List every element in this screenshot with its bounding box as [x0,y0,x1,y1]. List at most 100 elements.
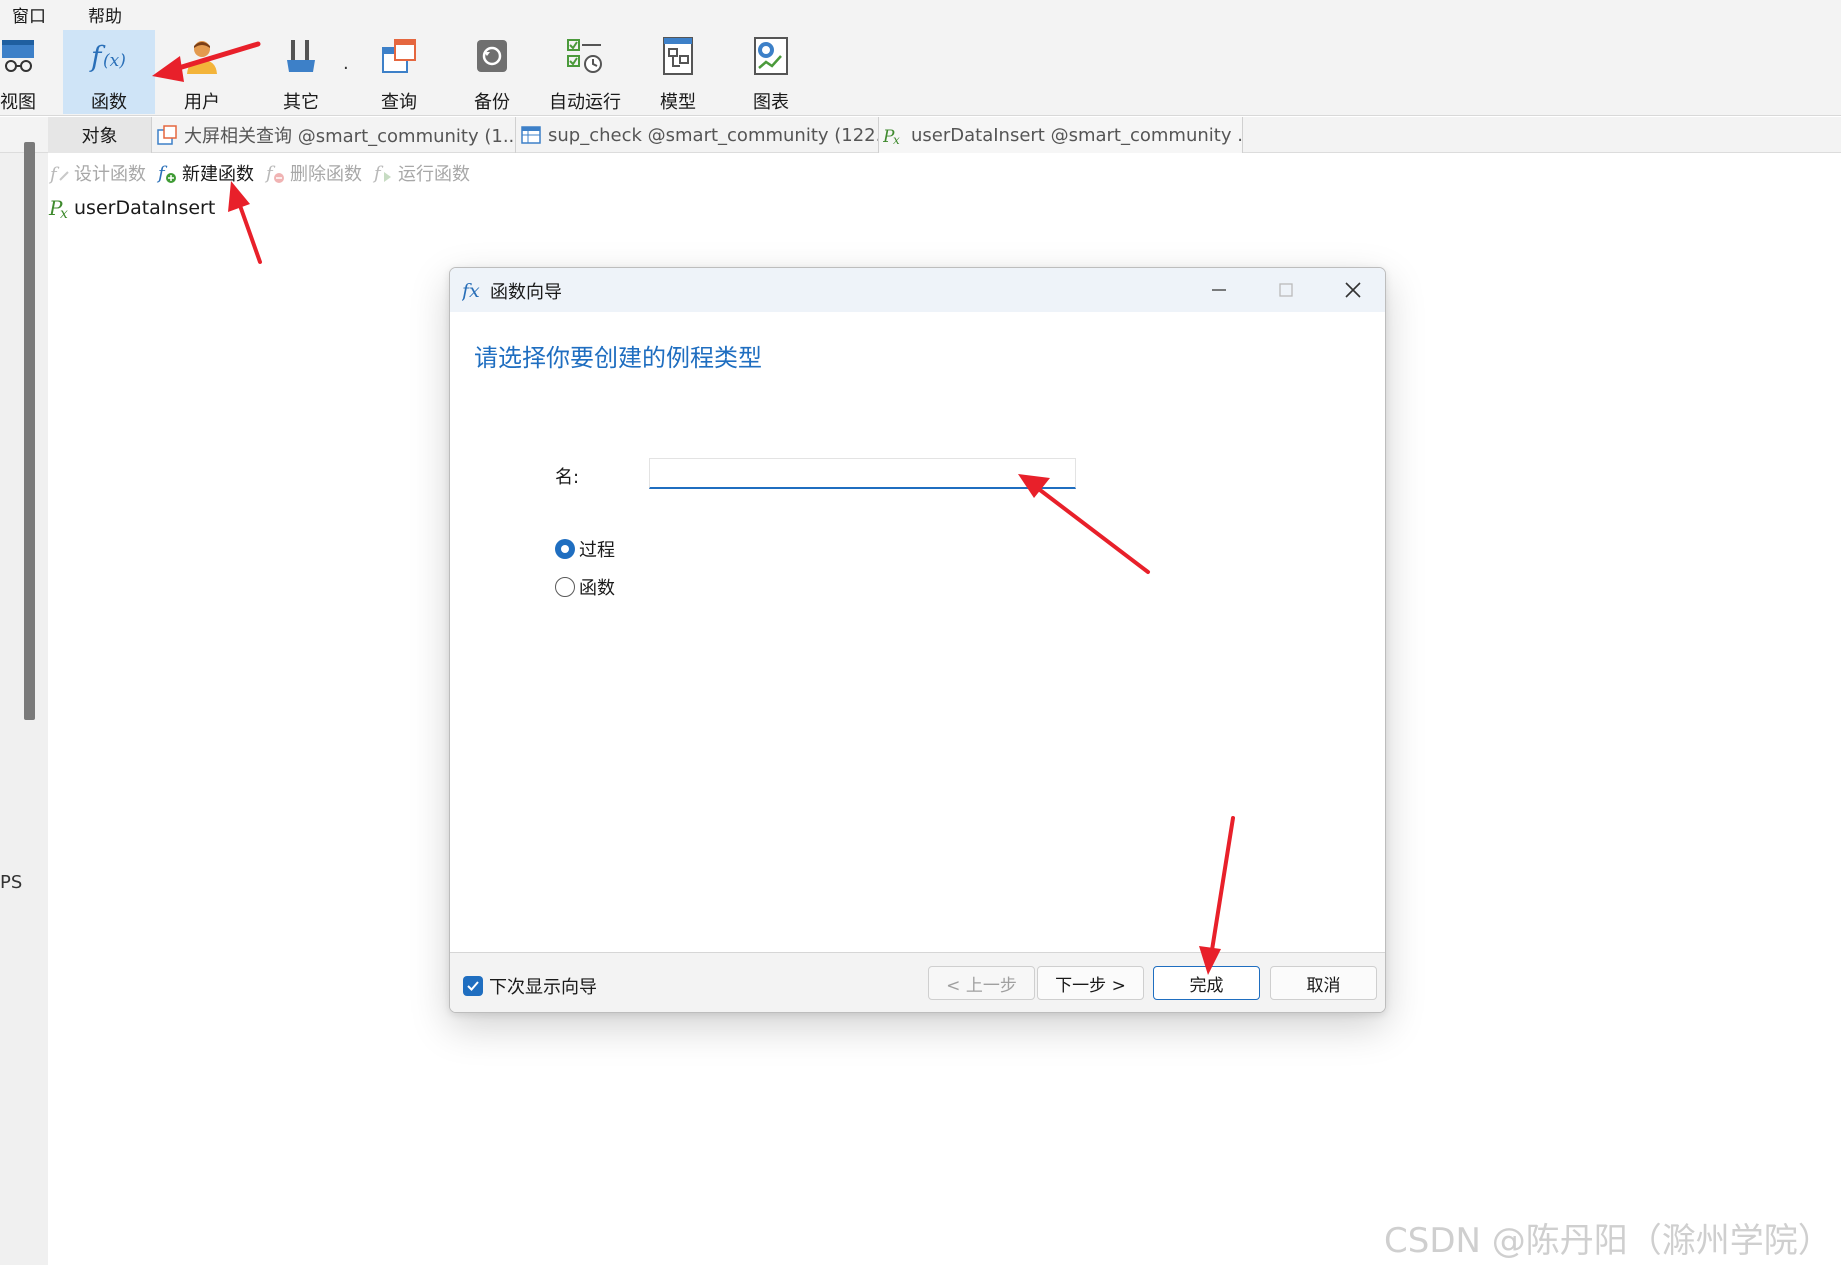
design-function-button[interactable]: f 设计函数 [48,160,146,186]
tab-procedure-label: userDataInsert @smart_community ... [911,124,1243,146]
procedure-radio-label: 过程 [579,540,615,561]
fx-icon: fx [462,280,480,302]
tab-objects[interactable]: 对象 [48,117,152,153]
routine-type-function[interactable]: 函数 [555,574,615,600]
menu-help[interactable]: 帮助 [88,2,122,27]
show-wizard-label: 下次显示向导 [489,977,597,998]
menu-bar: 窗口 帮助 [0,0,1841,28]
dialog-footer: 下次显示向导 < 上一步 下一步 > 完成 取消 [450,952,1385,1012]
delete-function-button[interactable]: f 删除函数 [264,160,362,186]
tab-table[interactable]: sup_check @smart_community (122... [516,117,879,153]
design-function-label: 设计函数 [74,164,146,185]
chart-icon [754,37,788,75]
next-button[interactable]: 下一步 > [1037,966,1144,1000]
toolbar-query-label: 查询 [381,92,417,113]
dialog-title: 函数向导 [490,282,562,303]
close-icon [1345,282,1361,298]
tab-query[interactable]: 大屏相关查询 @smart_community (1... [152,117,516,153]
toolbar-backup-label: 备份 [474,92,510,113]
procedure-icon: P x [48,196,68,221]
name-label: 名: [555,467,580,488]
function-wizard-dialog: fx 函数向导 请选择你要创建的例程类型 名: 过程 函数 下次显示向导 < 上… [449,267,1386,1013]
svg-text:f: f [372,163,384,184]
prev-button[interactable]: < 上一步 [928,966,1035,1000]
object-list-item-label: userDataInsert [74,197,216,219]
object-subtoolbar: f 设计函数 f 新建函数 f 删除函数 f 运行函数 [48,158,480,188]
finish-button[interactable]: 完成 [1153,966,1260,1000]
view-icon [2,40,34,72]
model-icon [663,37,693,75]
design-function-icon: f [48,164,69,184]
procedure-tab-icon: P x [883,127,900,146]
minimize-icon [1212,289,1226,291]
schedule-icon [567,39,602,73]
toolbar-user-button[interactable]: 用户 [156,30,248,114]
routine-type-procedure[interactable]: 过程 [555,536,615,562]
svg-text:(x): (x) [103,51,126,71]
tab-query-label: 大屏相关查询 @smart_community (1... [184,126,516,147]
toolbar-model-label: 模型 [660,92,696,113]
toolbar-others-label: 其它 [283,92,319,113]
toolbar-model-button[interactable]: 模型 [632,30,724,114]
svg-text:fx: fx [462,280,480,302]
tab-procedure[interactable]: P x userDataInsert @smart_community ... [879,117,1243,153]
main-toolbar: 视图 f (x) 函数 用户 其它 · 查询 备份 自动运行 模型 图表 [0,28,1841,116]
arrow-to-new-function [228,181,262,264]
delete-function-icon: f [264,163,284,184]
csdn-watermark: CSDN @陈丹阳（滁州学院） [1384,1221,1832,1261]
name-input[interactable] [649,458,1076,489]
dialog-heading: 请选择你要创建的例程类型 [474,344,762,372]
delete-function-label: 删除函数 [290,164,362,185]
maximize-icon [1279,283,1293,297]
toolbar-user-label: 用户 [184,92,220,113]
toolbar-query-button[interactable]: 查询 [353,30,445,114]
checkmark-icon [467,981,479,991]
tab-table-label: sup_check @smart_community (122... [548,124,879,146]
svg-text:f: f [156,163,168,184]
toolbar-view-button[interactable]: 视图 [0,30,64,114]
run-function-label: 运行函数 [398,164,470,185]
minimize-button[interactable] [1186,268,1252,312]
object-list-item[interactable]: P x userDataInsert [48,195,215,221]
new-function-label: 新建函数 [182,164,254,185]
toolbar-more-dot[interactable]: · [343,58,349,79]
dialog-titlebar[interactable]: fx 函数向导 [450,268,1385,312]
left-pane-scrollbar[interactable] [24,142,35,720]
toolbar-chart-label: 图表 [753,92,789,113]
svg-text:f: f [264,163,276,184]
function-icon: f (x) [89,40,126,73]
editor-tab-strip: 对象 大屏相关查询 @smart_community (1... sup_che… [0,117,1841,153]
query-tab-icon [157,125,177,145]
toolbar-view-label: 视图 [0,92,36,113]
cancel-button[interactable]: 取消 [1270,966,1377,1000]
procedure-radio[interactable] [555,539,575,559]
tab-objects-label: 对象 [81,126,118,147]
query-icon [382,39,416,73]
run-function-button[interactable]: f 运行函数 [372,160,470,186]
function-radio[interactable] [555,577,575,597]
toolbar-others-button[interactable]: 其它 [255,30,347,114]
close-button[interactable] [1320,268,1385,312]
toolbar-autorun-label: 自动运行 [549,92,621,113]
run-function-icon: f [372,163,391,184]
toolbar-function-button[interactable]: f (x) 函数 [63,30,155,114]
function-radio-label: 函数 [579,578,615,599]
table-tab-icon [521,126,541,144]
svg-text:f: f [48,164,60,184]
user-icon [187,41,217,74]
show-wizard-checkbox[interactable] [463,976,483,996]
show-wizard-next-time[interactable]: 下次显示向导 [463,973,597,999]
menu-window[interactable]: 窗口 [12,2,46,27]
maximize-button[interactable] [1253,268,1319,312]
svg-text:x: x [893,133,900,146]
backup-icon [477,40,507,72]
toolbar-autorun-button[interactable]: 自动运行 [539,30,631,114]
toolbar-chart-button[interactable]: 图表 [725,30,817,114]
left-edge-text: PS [0,872,23,893]
svg-text:x: x [60,206,68,221]
new-function-button[interactable]: f 新建函数 [156,160,254,186]
new-function-icon: f [156,163,176,184]
toolbar-backup-button[interactable]: 备份 [446,30,538,114]
tools-icon [287,40,315,72]
toolbar-function-label: 函数 [91,92,127,113]
